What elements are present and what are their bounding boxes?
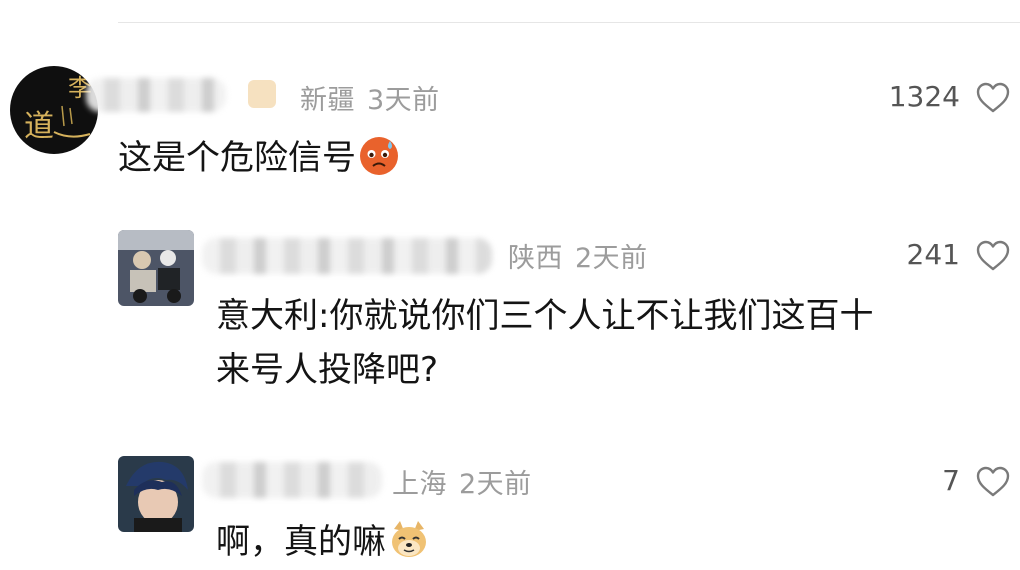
heart-icon[interactable] xyxy=(976,82,1010,114)
comment-text-line-1: 意大利:你就说你们三个人让不让我们这百十 xyxy=(216,296,874,336)
heart-icon[interactable] xyxy=(976,466,1010,498)
comment-meta: 新疆 3天前 xyxy=(300,78,440,117)
comment-text-line-2: 来号人投降吧? xyxy=(216,350,439,390)
avatar[interactable] xyxy=(118,230,194,306)
like-count: 241 xyxy=(906,238,960,271)
comment-text: 这是个危险信号 xyxy=(118,134,400,182)
user-badge-icon xyxy=(248,80,276,108)
username-redacted[interactable] xyxy=(202,462,382,498)
like-count: 1324 xyxy=(888,80,960,113)
username-redacted[interactable] xyxy=(86,78,226,112)
location: 陕西 xyxy=(508,243,563,274)
worried-face-emoji xyxy=(358,135,400,177)
avatar-char-2: 道 xyxy=(24,109,54,144)
heart-icon[interactable] xyxy=(976,240,1010,272)
like-count: 7 xyxy=(942,464,960,497)
comment-meta: 上海 2天前 xyxy=(392,462,532,501)
doge-emoji xyxy=(388,519,430,561)
comment-text: 啊，真的嘛 xyxy=(216,518,430,566)
username-redacted[interactable] xyxy=(202,238,492,274)
location: 新疆 xyxy=(300,85,355,116)
location: 上海 xyxy=(392,469,447,500)
avatar[interactable]: 李 道 xyxy=(10,66,98,154)
avatar[interactable] xyxy=(118,456,194,532)
top-divider xyxy=(118,22,1020,23)
timestamp: 2天前 xyxy=(459,469,532,500)
timestamp: 2天前 xyxy=(575,243,648,274)
timestamp: 3天前 xyxy=(367,85,440,116)
comment-meta: 陕西 2天前 xyxy=(508,236,648,275)
